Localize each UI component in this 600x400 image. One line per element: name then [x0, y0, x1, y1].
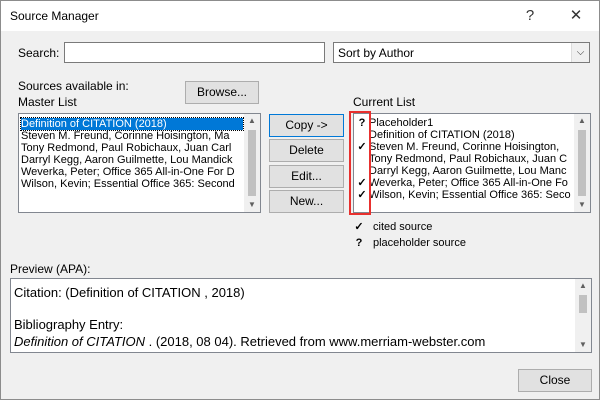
question-icon: ?: [355, 237, 363, 249]
current-list-scrollbar[interactable]: ▲ ▼: [574, 114, 590, 212]
scroll-thumb[interactable]: [248, 130, 256, 196]
preview-citation: Citation: (Definition of CITATION , 2018…: [14, 285, 245, 300]
master-list[interactable]: Definition of CITATION (2018) Steven M. …: [18, 113, 261, 213]
source-manager-dialog: Source Manager ? ✕ Search: Sort by Autho…: [0, 0, 600, 400]
highlight-box: [349, 111, 371, 215]
scroll-up-icon[interactable]: ▲: [575, 279, 591, 293]
search-input[interactable]: [64, 42, 325, 63]
copy-button[interactable]: Copy ->: [269, 114, 344, 137]
list-item[interactable]: Placeholder1: [369, 117, 433, 129]
sort-dropdown[interactable]: Sort by Author ⌵: [333, 42, 590, 63]
browse-button[interactable]: Browse...: [185, 81, 259, 104]
scroll-thumb[interactable]: [578, 130, 586, 196]
list-item[interactable]: Steven M. Freund, Corinne Hoisington, Ma: [21, 130, 230, 142]
preview-bibliography-entry: Definition of CITATION . (2018, 08 04). …: [14, 334, 485, 349]
placeholder-source-label: placeholder source: [373, 237, 466, 249]
edit-button[interactable]: Edit...: [269, 165, 344, 188]
scroll-up-icon[interactable]: ▲: [574, 114, 590, 128]
current-list[interactable]: ? Placeholder1 Definition of CITATION (2…: [353, 113, 591, 213]
list-item[interactable]: Tony Redmond, Paul Robichaux, Juan Carl: [21, 142, 231, 154]
master-list-label: Master List: [18, 95, 77, 109]
list-item[interactable]: Wilson, Kevin; Essential Office 365: Sec…: [369, 189, 571, 201]
preview-bibliography-title: Definition of CITATION: [14, 334, 145, 349]
current-list-label: Current List: [353, 95, 416, 109]
cited-source-label: cited source: [373, 221, 433, 233]
delete-button[interactable]: Delete: [269, 139, 344, 162]
master-list-scrollbar[interactable]: ▲ ▼: [244, 114, 260, 212]
list-item[interactable]: Darryl Kegg, Aaron Guilmette, Lou Manc: [369, 165, 566, 177]
preview-bibliography-heading: Bibliography Entry:: [14, 317, 124, 332]
list-item[interactable]: Definition of CITATION (2018): [20, 117, 244, 131]
sort-selected-value: Sort by Author: [338, 46, 415, 60]
list-item[interactable]: Weverka, Peter; Office 365 All-in-One Fo…: [21, 166, 235, 178]
scroll-thumb[interactable]: [579, 295, 587, 313]
preview-pane[interactable]: Citation: (Definition of CITATION , 2018…: [10, 278, 592, 353]
list-item[interactable]: Definition of CITATION (2018): [369, 129, 515, 141]
scroll-up-icon[interactable]: ▲: [244, 114, 260, 128]
search-label: Search:: [18, 46, 60, 60]
list-item[interactable]: Steven M. Freund, Corinne Hoisington,: [369, 141, 559, 153]
scroll-down-icon[interactable]: ▼: [575, 338, 591, 352]
check-icon: ✓: [354, 221, 364, 233]
preview-scrollbar[interactable]: ▲ ▼: [575, 279, 591, 352]
scroll-down-icon[interactable]: ▼: [244, 198, 260, 212]
list-item[interactable]: Darryl Kegg, Aaron Guilmette, Lou Mandic…: [21, 154, 233, 166]
list-item[interactable]: Wilson, Kevin; Essential Office 365: Sec…: [21, 178, 235, 190]
list-item[interactable]: Tony Redmond, Paul Robichaux, Juan C: [369, 153, 567, 165]
list-item[interactable]: Weverka, Peter; Office 365 All-in-One Fo: [369, 177, 568, 189]
window-title: Source Manager: [10, 9, 99, 23]
close-button[interactable]: Close: [518, 369, 592, 392]
preview-label: Preview (APA):: [10, 262, 91, 276]
title-bar: Source Manager ? ✕: [1, 1, 599, 31]
help-icon[interactable]: ?: [515, 5, 545, 27]
sources-available-label: Sources available in:: [18, 79, 129, 93]
chevron-down-icon[interactable]: ⌵: [571, 43, 589, 62]
preview-bibliography-rest: . (2018, 08 04). Retrieved from www.merr…: [145, 334, 486, 349]
scroll-down-icon[interactable]: ▼: [574, 198, 590, 212]
close-icon[interactable]: ✕: [561, 5, 591, 27]
new-button[interactable]: New...: [269, 190, 344, 213]
